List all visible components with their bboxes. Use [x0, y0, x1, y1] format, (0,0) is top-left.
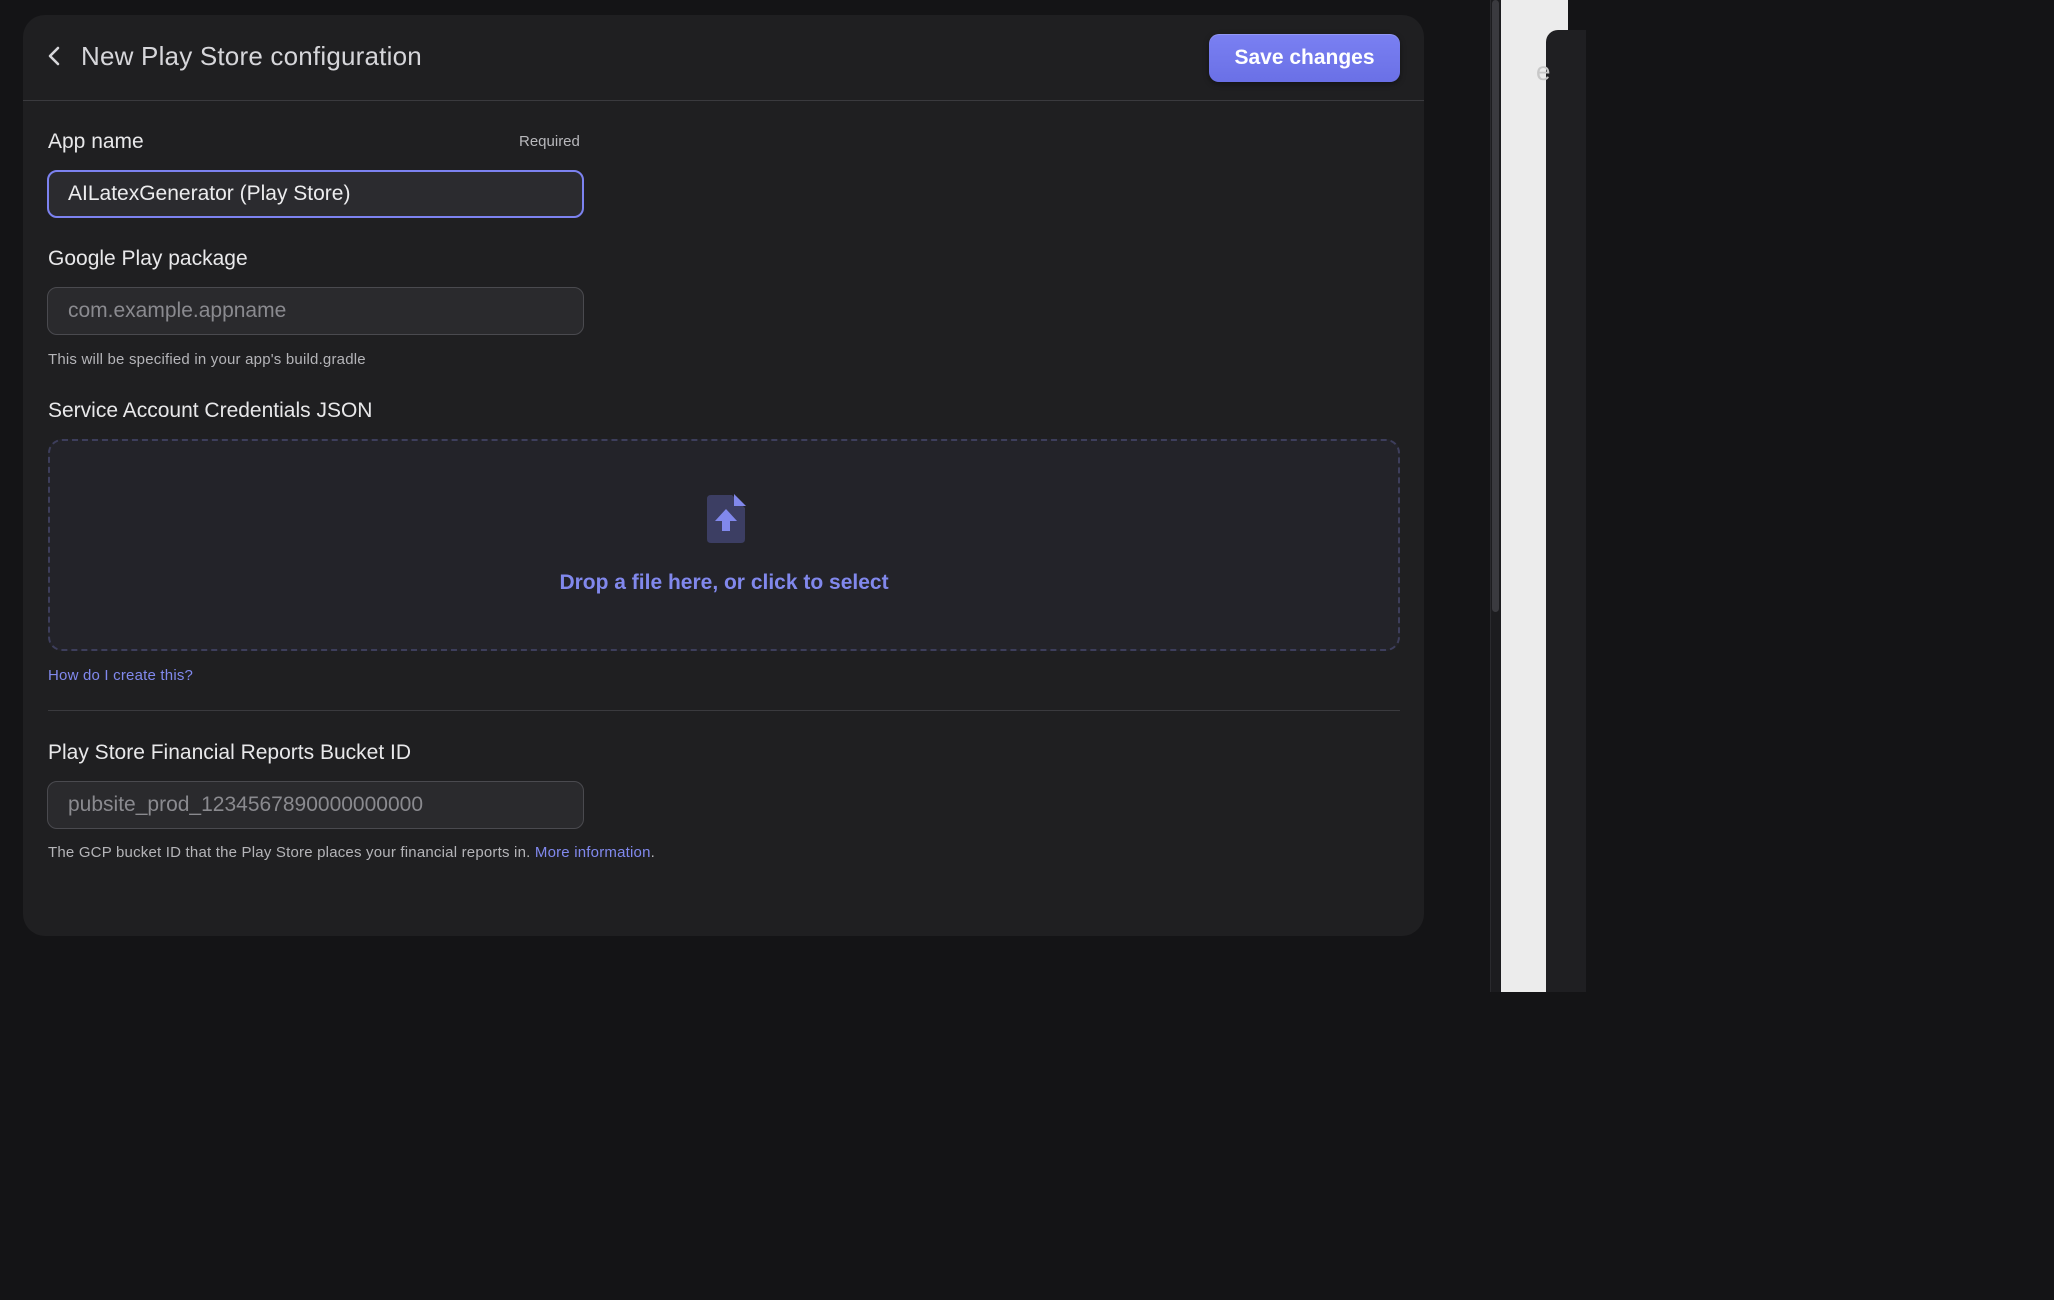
file-upload-icon — [703, 493, 747, 545]
package-label: Google Play package — [48, 247, 248, 270]
section-divider — [48, 710, 1400, 711]
configuration-card: New Play Store configuration Save change… — [23, 15, 1424, 936]
app-name-input[interactable] — [47, 170, 584, 218]
bucket-help-suffix: . — [650, 844, 655, 861]
bucket-id-input[interactable] — [47, 781, 584, 829]
save-changes-button[interactable]: Save changes — [1209, 34, 1400, 82]
app-name-label: App name — [48, 130, 144, 153]
package-input[interactable] — [47, 287, 584, 335]
required-badge: Required — [519, 133, 580, 150]
bucket-help-text-body: The GCP bucket ID that the Play Store pl… — [48, 844, 531, 861]
bucket-help-text: The GCP bucket ID that the Play Store pl… — [48, 844, 655, 861]
credentials-dropzone[interactable]: Drop a file here, or click to select — [48, 439, 1400, 651]
header: New Play Store configuration Save change… — [23, 15, 1424, 101]
page: New Play Store configuration Save change… — [0, 0, 1586, 992]
scrollbar-thumb[interactable] — [1492, 0, 1499, 612]
background-window-panel — [1546, 30, 1586, 992]
credentials-label: Service Account Credentials JSON — [48, 399, 373, 422]
more-information-link[interactable]: More information — [535, 844, 651, 861]
package-help-text: This will be specified in your app's bui… — [48, 351, 366, 368]
bucket-id-label: Play Store Financial Reports Bucket ID — [48, 741, 411, 764]
chevron-left-icon — [47, 45, 61, 72]
how-to-create-link[interactable]: How do I create this? — [48, 667, 193, 684]
back-button[interactable] — [43, 45, 65, 71]
background-window-fragment: e — [1536, 56, 1551, 86]
dropzone-text: Drop a file here, or click to select — [559, 571, 889, 594]
page-title: New Play Store configuration — [81, 41, 422, 71]
